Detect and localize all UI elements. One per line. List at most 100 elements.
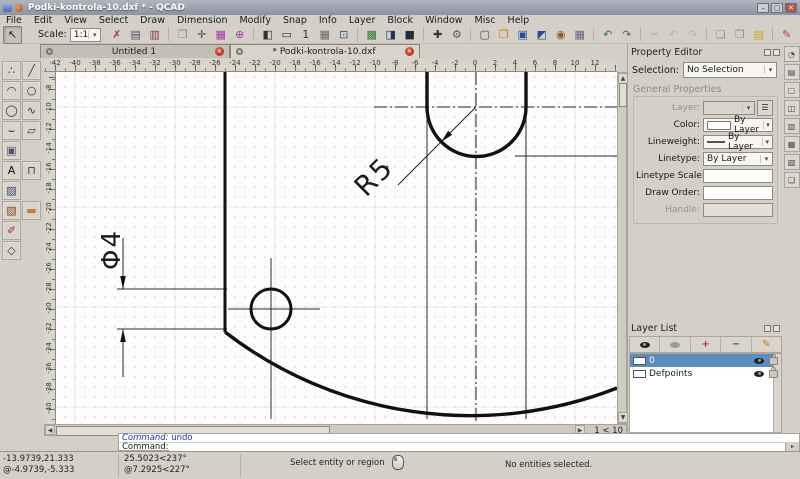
circle-tool[interactable]: ○: [22, 81, 41, 100]
layer-row[interactable]: 0: [630, 354, 781, 367]
layer-combobox[interactable]: ▾: [703, 101, 755, 115]
dock-toggle-1[interactable]: ◔: [784, 46, 800, 62]
dock-toggle-6[interactable]: ▦: [784, 136, 800, 152]
print-button[interactable]: ▤: [126, 26, 145, 44]
color-palette-button[interactable]: ▩: [362, 26, 381, 44]
layer-list-scrollbar[interactable]: [773, 354, 781, 432]
command-options-button[interactable]: ▸: [785, 443, 799, 451]
ordinate-tool[interactable]: ⊓: [22, 161, 41, 180]
menu-info[interactable]: Info: [313, 15, 343, 26]
pointer-select-button[interactable]: ↖: [3, 26, 22, 44]
selection-combobox[interactable]: No Selection ▾: [683, 62, 777, 78]
snap-center-button[interactable]: ⊕: [230, 26, 249, 44]
black-box-button[interactable]: ■: [400, 26, 419, 44]
add-layer-button[interactable]: +: [691, 337, 721, 352]
menu-view[interactable]: View: [58, 15, 93, 26]
shape-tool[interactable]: ▱: [22, 121, 41, 140]
copy-with-ref-button[interactable]: ❐: [730, 26, 749, 44]
menu-window[interactable]: Window: [419, 15, 468, 26]
minimize-button[interactable]: –: [757, 3, 769, 13]
arc-tool[interactable]: ◠: [2, 81, 21, 100]
line-tool[interactable]: ╱: [22, 61, 41, 80]
copy-button[interactable]: ❏: [711, 26, 730, 44]
cut-button[interactable]: ✂: [645, 26, 664, 44]
layer-lock-icon[interactable]: [769, 370, 778, 378]
menu-draw[interactable]: Draw: [134, 15, 171, 26]
menu-dimension[interactable]: Dimension: [171, 15, 234, 26]
layer-visibility-icon[interactable]: [754, 358, 764, 364]
open-file-button[interactable]: ❐: [494, 26, 513, 44]
draw-order-input[interactable]: [703, 186, 773, 200]
layer-row[interactable]: Defpoints: [630, 367, 781, 380]
close-button[interactable]: ✕: [785, 3, 797, 13]
drawing-canvas[interactable]: R5 Φ4: [56, 72, 617, 424]
hatch-tool[interactable]: ▧: [2, 201, 21, 220]
modify-tool[interactable]: ✐: [2, 221, 21, 240]
paste-button[interactable]: ▤: [749, 26, 768, 44]
undo-small-button[interactable]: ↶: [664, 26, 683, 44]
snap-grid-button[interactable]: ▦: [211, 26, 230, 44]
linetype-scale-input[interactable]: [703, 169, 773, 183]
document-tab[interactable]: * Podki-kontrola-10.dxf✕: [230, 44, 420, 58]
print-preview-button[interactable]: ▥: [145, 26, 164, 44]
dock-toggle-8[interactable]: ❏: [784, 172, 800, 188]
layer-lock-icon[interactable]: [769, 357, 778, 365]
page-border-button[interactable]: 1: [296, 26, 315, 44]
linetype-combobox[interactable]: By Layer ▾: [703, 152, 773, 166]
show-all-layers-button[interactable]: [630, 337, 660, 352]
redo-button[interactable]: ↷: [617, 26, 636, 44]
document-tab[interactable]: Untitled 1✕: [40, 44, 230, 58]
menu-modify[interactable]: Modify: [233, 15, 276, 26]
draw-pen-button[interactable]: ✎: [777, 26, 796, 44]
redo-small-button[interactable]: ↷: [683, 26, 702, 44]
scale-combobox[interactable]: 1:1 ▾: [70, 28, 101, 42]
gradient-preview-button[interactable]: ◨: [381, 26, 400, 44]
viewport-tool[interactable]: ▣: [2, 141, 21, 160]
paste-tool-button[interactable]: ❐: [173, 26, 192, 44]
layer-list-menu-button[interactable]: ☰: [757, 100, 773, 116]
new-file-button[interactable]: ▢: [475, 26, 494, 44]
solid-tool[interactable]: ◇: [2, 241, 21, 260]
home-button[interactable]: ◉: [551, 26, 570, 44]
menu-select[interactable]: Select: [93, 15, 134, 26]
tab-close-button[interactable]: ✕: [405, 47, 414, 56]
dock-toggle-4[interactable]: ◫: [784, 100, 800, 116]
lineweight-combobox[interactable]: By Layer ▾: [703, 135, 773, 149]
dock-toggle-3[interactable]: ▢: [784, 82, 800, 98]
menu-layer[interactable]: Layer: [343, 15, 382, 26]
dock-toggle-5[interactable]: ▥: [784, 118, 800, 134]
draft-mode-button[interactable]: ◧: [258, 26, 277, 44]
block-banner-button[interactable]: ▬: [796, 26, 800, 44]
hide-all-layers-button[interactable]: [660, 337, 690, 352]
outline-mode-button[interactable]: ▭: [277, 26, 296, 44]
dock-toggle-7[interactable]: ▧: [784, 154, 800, 170]
tab-close-button[interactable]: ✕: [215, 47, 224, 56]
restrict-ortho-button[interactable]: ✛: [192, 26, 211, 44]
vertical-scrollbar[interactable]: ▲ ▼: [617, 72, 627, 424]
add-plus-button[interactable]: ✚: [428, 26, 447, 44]
polyline-tool[interactable]: ⌣: [2, 121, 21, 140]
undo-button[interactable]: ↶: [598, 26, 617, 44]
text-tool[interactable]: A: [2, 161, 21, 180]
menu-help[interactable]: Help: [502, 15, 536, 26]
close-drawing-button[interactable]: ✗: [107, 26, 126, 44]
layer-visibility-icon[interactable]: [754, 371, 764, 377]
point-tool[interactable]: ∴: [2, 61, 21, 80]
command-input[interactable]: [169, 444, 785, 451]
menu-file[interactable]: File: [0, 15, 28, 26]
panel-close-icon[interactable]: [773, 325, 780, 332]
vertical-scroll-thumb[interactable]: [619, 83, 627, 107]
menu-snap[interactable]: Snap: [277, 15, 313, 26]
panel-float-icon[interactable]: [764, 49, 771, 56]
save-as-button[interactable]: ◩: [532, 26, 551, 44]
menu-edit[interactable]: Edit: [28, 15, 58, 26]
panel-float-icon[interactable]: [764, 325, 771, 332]
scroll-left-icon[interactable]: ◀: [45, 425, 55, 435]
grid-toggle-button[interactable]: ▦: [315, 26, 334, 44]
edit-layer-button[interactable]: ✎: [752, 337, 781, 352]
panel-close-icon[interactable]: [773, 49, 780, 56]
zoom-selection-button[interactable]: ⊡: [334, 26, 353, 44]
menu-misc[interactable]: Misc: [469, 15, 502, 26]
preview-image-button[interactable]: ▦: [570, 26, 589, 44]
menu-block[interactable]: Block: [381, 15, 419, 26]
